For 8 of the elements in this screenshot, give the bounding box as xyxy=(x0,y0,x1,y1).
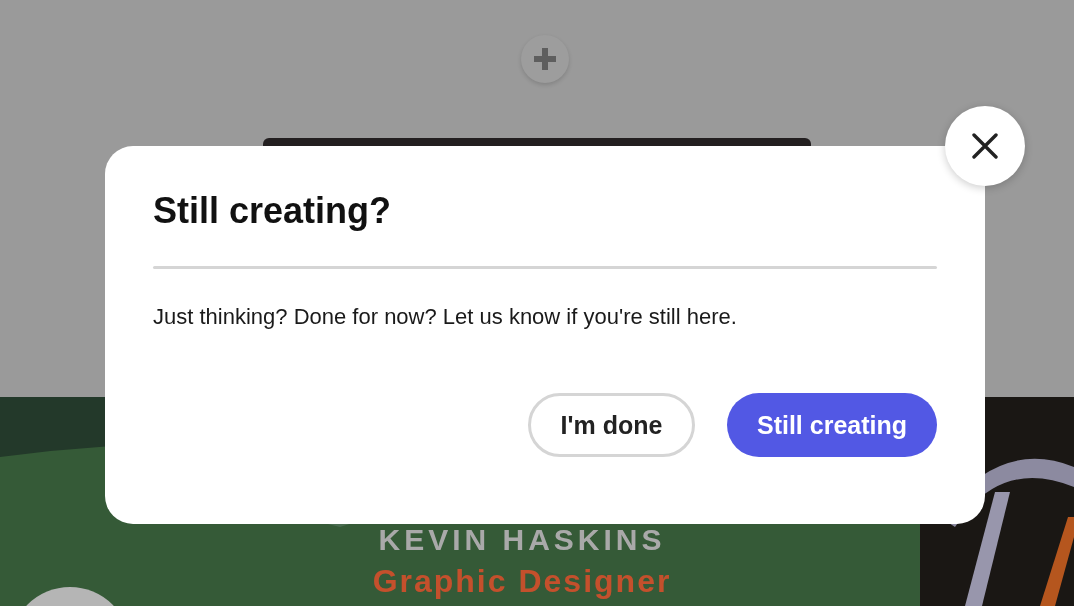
dialog-message: Just thinking? Done for now? Let us know if you're still here. xyxy=(153,303,738,331)
done-button[interactable]: I'm done xyxy=(528,393,695,457)
confirm-button[interactable]: Still creating xyxy=(727,393,937,457)
dialog-title: Still creating? xyxy=(153,189,393,233)
close-icon xyxy=(972,133,998,159)
design-text: KEVIN HASKINS xyxy=(378,525,666,555)
plus-icon xyxy=(534,48,556,70)
design-text: Graphic Designer xyxy=(372,565,672,597)
